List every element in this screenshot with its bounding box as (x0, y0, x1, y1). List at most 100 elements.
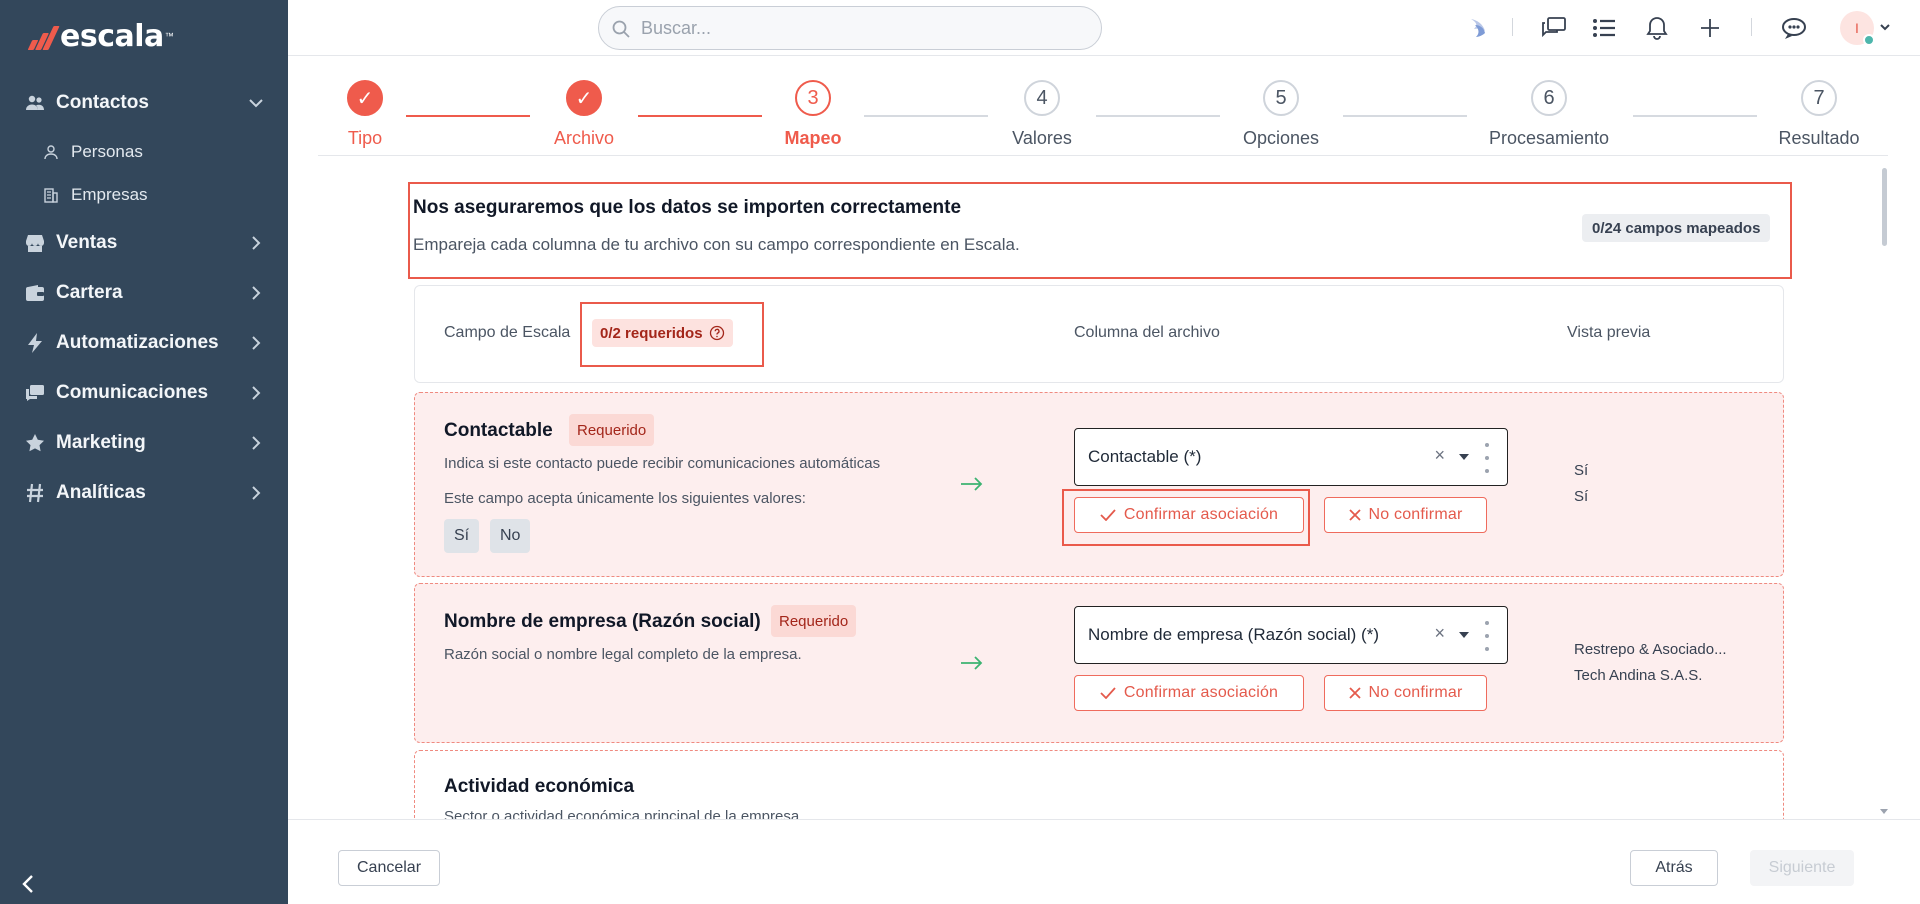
accepted-values-text: Este campo acepta únicamente los siguien… (444, 490, 806, 507)
caret-down-icon[interactable] (1459, 454, 1469, 460)
store-icon (24, 232, 46, 254)
chevron-right-icon (246, 483, 266, 503)
page-title: Nos aseguraremos que los datos se import… (413, 197, 962, 218)
step-connector (864, 115, 988, 117)
drag-handle-icon[interactable] (1485, 621, 1491, 651)
confirm-association-button[interactable]: Confirmar asociación (1074, 675, 1304, 711)
plus-icon[interactable] (1696, 14, 1724, 42)
step-number: 5 (1263, 80, 1299, 116)
scroll-down-arrow-icon[interactable] (1879, 808, 1889, 816)
step-label: Valores (1012, 128, 1072, 148)
preview-value: Tech Andina S.A.S. (1574, 667, 1703, 684)
no-confirm-button[interactable]: No confirmar (1324, 497, 1487, 533)
help-circle-icon[interactable] (709, 325, 725, 341)
chevron-right-icon (246, 433, 266, 453)
clip-region: Actividad económica Sector o actividad e… (318, 748, 1878, 819)
sidebar-item-label: Cartera (56, 282, 123, 303)
step-label: Resultado (1778, 128, 1860, 148)
arrow-right-icon (961, 656, 983, 670)
sidebar-subitem-empresas[interactable]: Empresas (0, 175, 288, 215)
escala-logo[interactable]: escala ™ (27, 18, 174, 54)
file-column-select[interactable]: Contactable (*) × (1074, 428, 1508, 486)
clear-icon[interactable]: × (1434, 623, 1445, 644)
sidebar-item-automatizaciones[interactable]: Automatizaciones (0, 320, 288, 366)
field-title: Contactable (444, 420, 553, 441)
sidebar-item-label: Analíticas (56, 482, 146, 503)
search-input[interactable] (641, 15, 1081, 41)
caret-down-icon[interactable] (1459, 632, 1469, 638)
sidebar-item-label: Comunicaciones (56, 382, 209, 403)
sidebar-item-marketing[interactable]: Marketing (0, 420, 288, 466)
cancel-button[interactable]: Cancelar (338, 850, 440, 886)
sidebar-item-cartera[interactable]: Cartera (0, 270, 288, 316)
confirm-association-button[interactable]: Confirmar asociación (1074, 497, 1304, 533)
search-icon (612, 20, 630, 38)
next-button[interactable]: Siguiente (1750, 850, 1854, 886)
field-title: Nombre de empresa (Razón social) (444, 611, 761, 632)
logo-text: escala (60, 18, 164, 54)
preview-value: Sí (1574, 462, 1589, 479)
search-box[interactable] (598, 6, 1102, 50)
accepted-value-chip: No (490, 519, 531, 553)
bird-logo-icon[interactable] (1466, 14, 1494, 42)
button-label: No confirmar (1368, 684, 1463, 701)
chevron-right-icon (246, 383, 266, 403)
no-confirm-button[interactable]: No confirmar (1324, 675, 1487, 711)
back-button[interactable]: Atrás (1630, 850, 1718, 886)
messages-icon[interactable] (1540, 14, 1568, 42)
users-icon (24, 92, 46, 114)
close-icon (1348, 509, 1361, 521)
step-label: Opciones (1242, 128, 1320, 148)
step-number: 7 (1801, 80, 1837, 116)
list-icon[interactable] (1590, 14, 1618, 42)
button-label: Confirmar asociación (1123, 684, 1279, 701)
check-icon (1100, 687, 1116, 699)
step-number: 4 (1024, 80, 1060, 116)
mapped-fields-badge: 0/24 campos mapeados (1582, 214, 1771, 242)
step-number: 6 (1531, 80, 1567, 116)
button-label: No confirmar (1368, 506, 1463, 523)
step-connector (406, 115, 530, 117)
sidebar-item-label: Ventas (56, 232, 118, 253)
divider (1512, 18, 1513, 36)
chevron-down-icon[interactable] (1878, 20, 1892, 34)
chevron-right-icon (246, 283, 266, 303)
close-icon (1348, 687, 1361, 699)
divider (1751, 18, 1752, 36)
drag-handle-icon[interactable] (1485, 443, 1491, 473)
select-value: Nombre de empresa (Razón social) (*) (1088, 625, 1379, 644)
bell-icon[interactable] (1643, 14, 1671, 42)
page-subtitle: Empareja cada columna de tu archivo con … (413, 235, 1020, 254)
collapse-sidebar-button[interactable] (16, 872, 40, 896)
step-check-icon: ✓ (566, 80, 602, 116)
button-label: Confirmar asociación (1123, 506, 1279, 523)
chat-icon (24, 382, 46, 404)
sidebar-item-ventas[interactable]: Ventas (0, 220, 288, 266)
chevron-right-icon (246, 333, 266, 353)
step-connector (1343, 115, 1467, 117)
select-value: Contactable (*) (1088, 447, 1202, 466)
sidebar-item-contactos[interactable]: Contactos (0, 80, 288, 126)
required-count-badge[interactable]: 0/2 requeridos (592, 319, 733, 347)
support-chat-icon[interactable] (1780, 14, 1808, 42)
required-tag: Requerido (569, 414, 655, 446)
accepted-value-chip: Sí (444, 519, 480, 553)
preview-value: Restrepo & Asociado... (1574, 641, 1727, 658)
sidebar-item-analiticas[interactable]: Analíticas (0, 470, 288, 516)
sidebar: escala ™ Contactos Personas Empresas Vent… (0, 0, 288, 904)
person-icon (42, 143, 60, 161)
scrollbar-thumb[interactable] (1882, 168, 1887, 246)
field-description: Sector o actividad económica principal d… (444, 808, 804, 819)
column-header-file-column: Columna del archivo (1074, 324, 1220, 341)
sidebar-subitem-personas[interactable]: Personas (0, 132, 288, 172)
file-column-select[interactable]: Nombre de empresa (Razón social) (*) × (1074, 606, 1508, 664)
hash-icon (24, 482, 46, 504)
sidebar-item-comunicaciones[interactable]: Comunicaciones (0, 370, 288, 416)
building-icon (42, 186, 60, 204)
chevron-left-icon (22, 875, 33, 893)
arrow-right-icon (961, 477, 983, 491)
logo-mark-icon (27, 22, 60, 50)
clear-icon[interactable]: × (1434, 445, 1445, 466)
bolt-icon (24, 332, 46, 354)
chevron-down-icon (246, 93, 266, 113)
